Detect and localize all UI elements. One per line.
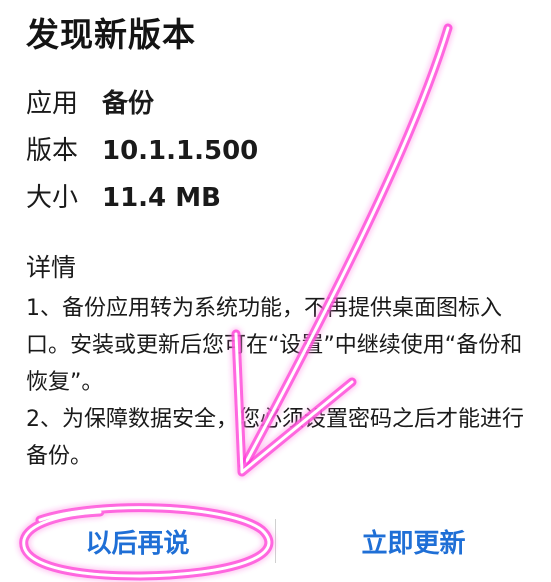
update-dialog: 发现新版本 应用 备份 版本 10.1.1.500 大小 11.4 MB 详情 … <box>0 0 551 582</box>
details-item-2: 2、为保障数据安全，您必须设置密码之后才能进行备份。 <box>26 407 524 469</box>
update-now-button[interactable]: 立即更新 <box>276 513 551 570</box>
button-bar: 以后再说 立即更新 <box>0 508 551 574</box>
later-button[interactable]: 以后再说 <box>0 513 275 570</box>
size-row: 大小 11.4 MB <box>26 177 221 214</box>
app-row: 应用 备份 <box>26 83 154 120</box>
version-row: 版本 10.1.1.500 <box>26 130 258 167</box>
size-label: 大小 <box>26 183 79 213</box>
version-value: 10.1.1.500 <box>102 136 259 166</box>
dialog-title: 发现新版本 <box>26 15 196 54</box>
size-value: 11.4 MB <box>102 183 221 213</box>
app-label: 应用 <box>26 89 79 119</box>
app-value: 备份 <box>102 89 155 119</box>
details-item-1: 1、备份应用转为系统功能，不再提供桌面图标入口。安装或更新后您可在“设置”中继续… <box>26 296 523 395</box>
version-label: 版本 <box>26 136 79 166</box>
details-heading: 详情 <box>26 253 77 282</box>
details-body: 1、备份应用转为系统功能，不再提供桌面图标入口。安装或更新后您可在“设置”中继续… <box>26 290 536 475</box>
